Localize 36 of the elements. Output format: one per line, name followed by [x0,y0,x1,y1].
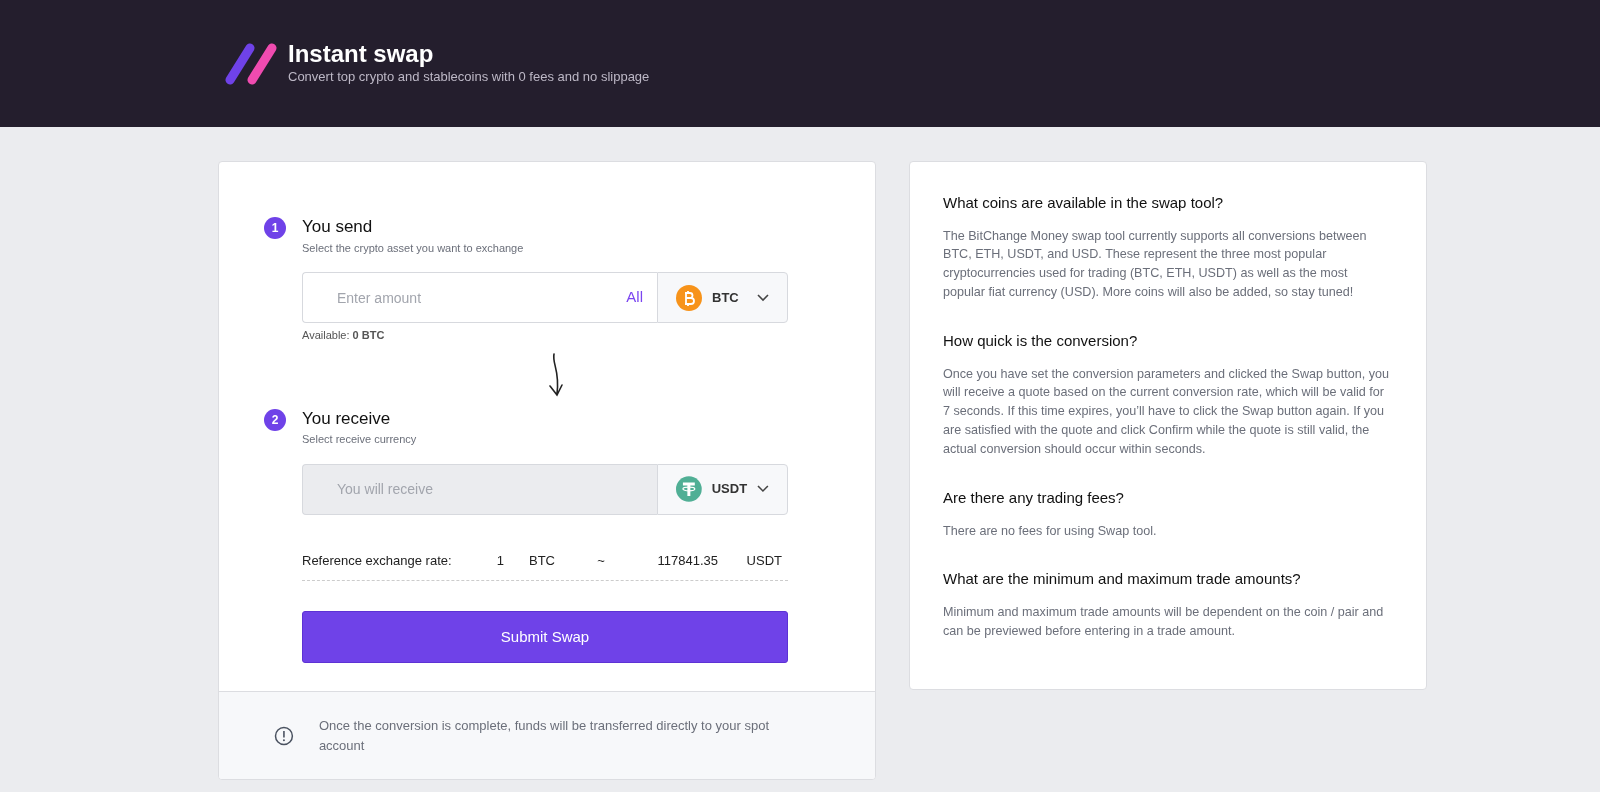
step-number: 2 [264,408,286,431]
step-subtitle: Select the crypto asset you want to exchange [302,240,525,256]
currency-select[interactable]: BTC [657,272,788,323]
rate-value: 117841.35 [656,551,718,570]
rate-separator: ~ [596,551,606,570]
faq-answer: Once you have set the conversion parameters and clicked the Swap button, you will receive a quote based on the current conversion rate, which will be valid for 7 seconds. If this time expires, you’ll have to click the Swap button again. If you are satisfied with the quote and click Confirm while the quote is still valid, the actual conversion should occur within seconds. [943,365,1390,459]
chevron-down-icon [757,293,769,302]
rate-from-currency: BTC [528,551,556,570]
step-title: You receive [302,407,392,430]
step-subtitle: Select receive currency [302,432,418,447]
faq-answer: Minimum and maximum trade amounts will be dependent on the coin / pair and can be previewed before entering in a trade amount. [943,603,1385,640]
rate-label: Reference exchange rate: [302,551,453,570]
faq-question: Are there any trading fees? [943,488,1125,508]
faq-answer: The BitChange Money swap tool currently supports all conversions between BTC, ETH, USDT, and USD. These represent the three most popular cryptocurrencies used for trading (BTC, ETH, USDT) as well as the most popular fiat currency (USD). More coins will also be added, so stay tuned! [943,227,1368,302]
currency-code: USDT [711,480,748,499]
faq-question: What coins are available in the swap tool? [943,193,1225,213]
faq-answer: There are no fees for using Swap tool. [943,522,1158,540]
faq-question: How quick is the conversion? [943,331,1139,352]
page-title: Instant swap [288,40,435,67]
step-title: You send [302,216,374,238]
chevron-down-icon [757,485,769,493]
currency-select[interactable]: USDT [657,463,788,515]
page-subtitle: Convert top crypto and stablecoins with 0 fees and no slippage [288,67,650,86]
all-link[interactable]: All [626,272,657,323]
tether-coin-icon [676,476,702,502]
info-icon [274,725,294,746]
submit-button[interactable]: Submit Swap [302,611,788,663]
amount-field[interactable]: Enter amount [302,272,627,323]
rate-to-currency: USDT [745,551,782,570]
rate-amount: 1 [495,551,504,570]
currency-code: BTC [712,288,739,307]
faq-question: What are the minimum and maximum trade amounts? [943,569,1302,590]
step-number: 1 [264,217,286,239]
notice-text: Once the conversion is complete, funds will be transferred directly to your spot account [318,717,771,755]
available-balance: Available: 0 BTC [302,328,386,343]
bitcoin-coin-icon [676,284,702,311]
